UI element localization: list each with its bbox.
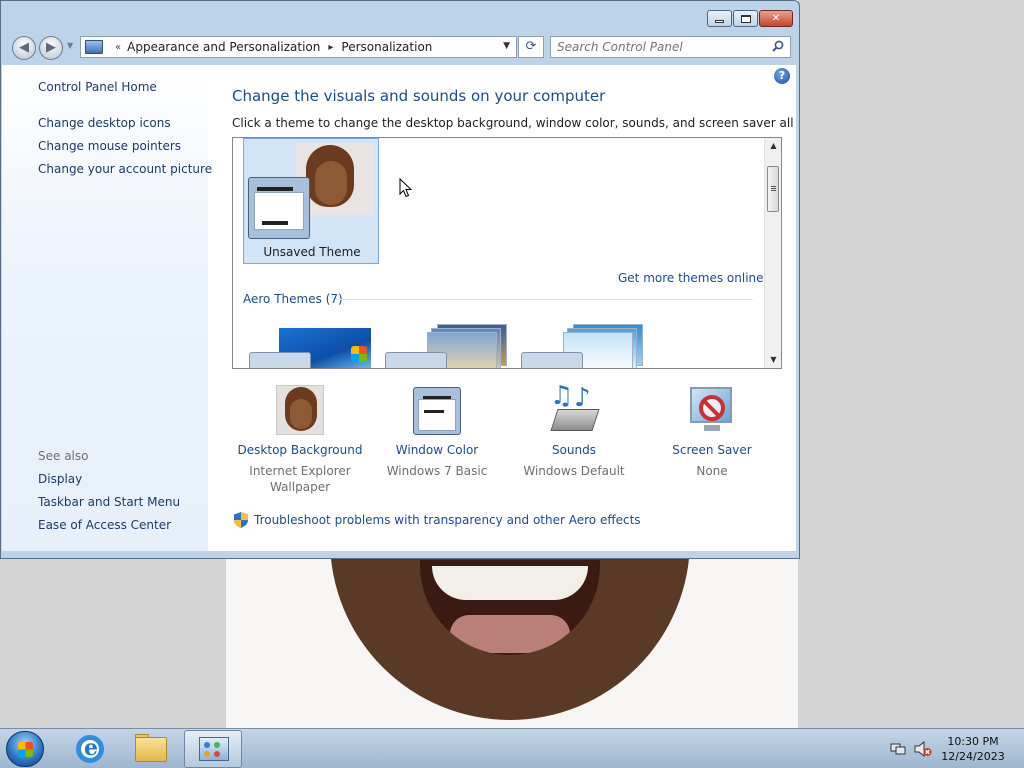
system-clock[interactable]: 10:30 PM 12/24/2023 [938,734,1008,764]
screen-saver-link[interactable]: Screen Saver [644,443,780,457]
change-desktop-icons-link[interactable]: Change desktop icons [38,116,171,130]
subtitle-line: Wallpaper [269,480,331,494]
back-button[interactable]: ◀ [12,36,36,60]
change-mouse-pointers-link[interactable]: Change mouse pointers [38,139,181,153]
subtitle-line: Internet Explorer [249,464,351,478]
page-description: Click a theme to change the desktop back… [232,116,796,130]
taskbar-windows-explorer[interactable] [122,730,180,768]
theme-label: Unsaved Theme [263,245,361,259]
minimize-button[interactable] [707,10,732,27]
sounds-subtitle: Windows Default [523,464,625,478]
taskbar-internet-explorer[interactable]: e [62,730,120,768]
title-bar[interactable]: ✕ [1,1,799,31]
recent-pages-dropdown-icon[interactable]: ▼ [67,41,73,50]
theme-gallery[interactable]: Unsaved Theme Get more themes online Aer… [232,137,782,369]
breadcrumb-personalization[interactable]: Personalization [341,40,432,54]
minimize-icon [715,19,724,23]
taskbar-start-menu-link[interactable]: Taskbar and Start Menu [38,495,180,509]
windows-logo-icon [351,346,367,362]
desktop-background-icon [272,385,328,437]
troubleshoot-aero-link[interactable]: Troubleshoot problems with transparency … [254,513,641,527]
navigation-bar: ◀ ▶ ▼ « Appearance and Personalization ▸… [1,32,799,62]
task-pane: Control Panel Home Change desktop icons … [2,65,212,551]
breadcrumb-appearance[interactable]: Appearance and Personalization [127,40,320,54]
window-color-subtitle: Windows 7 Basic [386,464,488,478]
help-icon[interactable]: ? [774,68,790,84]
taskbar: e 10:30 PM 12/24/2023 [0,728,1024,768]
windows-logo-icon [18,742,33,757]
clock-date: 12/24/2023 [941,750,1005,763]
aero-theme-architecture[interactable] [381,324,507,368]
content-area: Control Panel Home Change desktop icons … [2,65,796,551]
mouse-cursor-icon [399,178,413,198]
display-link[interactable]: Display [38,472,82,486]
start-button[interactable] [6,731,44,767]
maximize-button[interactable] [733,10,758,27]
troubleshoot-row: Troubleshoot problems with transparency … [234,512,641,528]
address-dropdown-icon[interactable]: ▼ [503,41,510,51]
desktop-background-subtitle: Internet Explorer Wallpaper [232,463,368,495]
sounds-link[interactable]: Sounds [506,443,642,457]
ease-of-access-link[interactable]: Ease of Access Center [38,518,171,532]
sounds-icon: ♫ ♪ [546,381,602,437]
screen-saver-item[interactable]: Screen Saver None [644,385,780,479]
page-title: Change the visuals and sounds on your co… [232,87,606,105]
search-input[interactable] [551,37,761,57]
windows-explorer-icon [135,737,167,762]
scroll-down-arrow-icon[interactable]: ▼ [765,352,781,368]
search-box[interactable] [550,36,791,58]
scrollbar-thumb[interactable] [767,166,779,212]
window-color-item[interactable]: Window Color Windows 7 Basic [369,385,505,479]
back-arrow-icon: ◀ [19,40,29,55]
breadcrumb-overflow[interactable]: « [115,42,121,53]
control-panel-home-link[interactable]: Control Panel Home [38,80,157,94]
aero-theme-windows-7[interactable] [245,324,371,368]
change-account-picture-link[interactable]: Change your account picture [38,162,212,176]
theme-window-preview [248,177,310,239]
caption-buttons: ✕ [706,10,793,27]
forward-button[interactable]: ▶ [39,36,63,60]
refresh-icon: ⟳ [525,39,537,54]
clock-time: 10:30 PM [947,735,999,748]
control-panel-icon [199,737,229,761]
address-bar[interactable]: « Appearance and Personalization ▸ Perso… [80,36,517,58]
desktop-background-link[interactable]: Desktop Background [232,443,368,457]
see-also-heading: See also [38,449,89,463]
aero-themes-group-header[interactable]: Aero Themes (7) [243,292,343,306]
window-color-icon [409,385,465,437]
get-more-themes-link[interactable]: Get more themes online [618,271,764,285]
control-panel-window: ✕ ◀ ▶ ▼ « Appearance and Personalization… [0,0,800,559]
control-panel-location-icon [85,40,103,54]
window-color-link[interactable]: Window Color [369,443,505,457]
close-button[interactable]: ✕ [759,10,793,27]
breadcrumb-chevron-icon[interactable]: ▸ [328,42,333,53]
close-icon: ✕ [771,13,781,24]
volume-muted-icon[interactable] [914,741,932,757]
desktop-background-item[interactable]: Desktop Background Internet Explorer Wal… [232,385,368,495]
scroll-up-arrow-icon[interactable]: ▲ [765,138,781,154]
aero-theme-characters[interactable] [517,324,643,368]
forward-arrow-icon: ▶ [46,40,56,55]
maximize-icon [740,14,751,23]
group-divider [335,299,753,300]
gallery-scrollbar[interactable]: ▲ ▼ [764,138,781,368]
sounds-item[interactable]: ♫ ♪ Sounds Windows Default [506,381,642,479]
shield-icon [234,512,248,528]
network-icon[interactable] [890,741,906,757]
taskbar-control-panel[interactable] [184,730,242,768]
search-icon[interactable] [772,40,784,52]
theme-item-unsaved[interactable]: Unsaved Theme [243,138,379,264]
screen-saver-icon [684,385,740,437]
screen-saver-subtitle: None [696,464,728,478]
refresh-button[interactable]: ⟳ [518,36,544,58]
